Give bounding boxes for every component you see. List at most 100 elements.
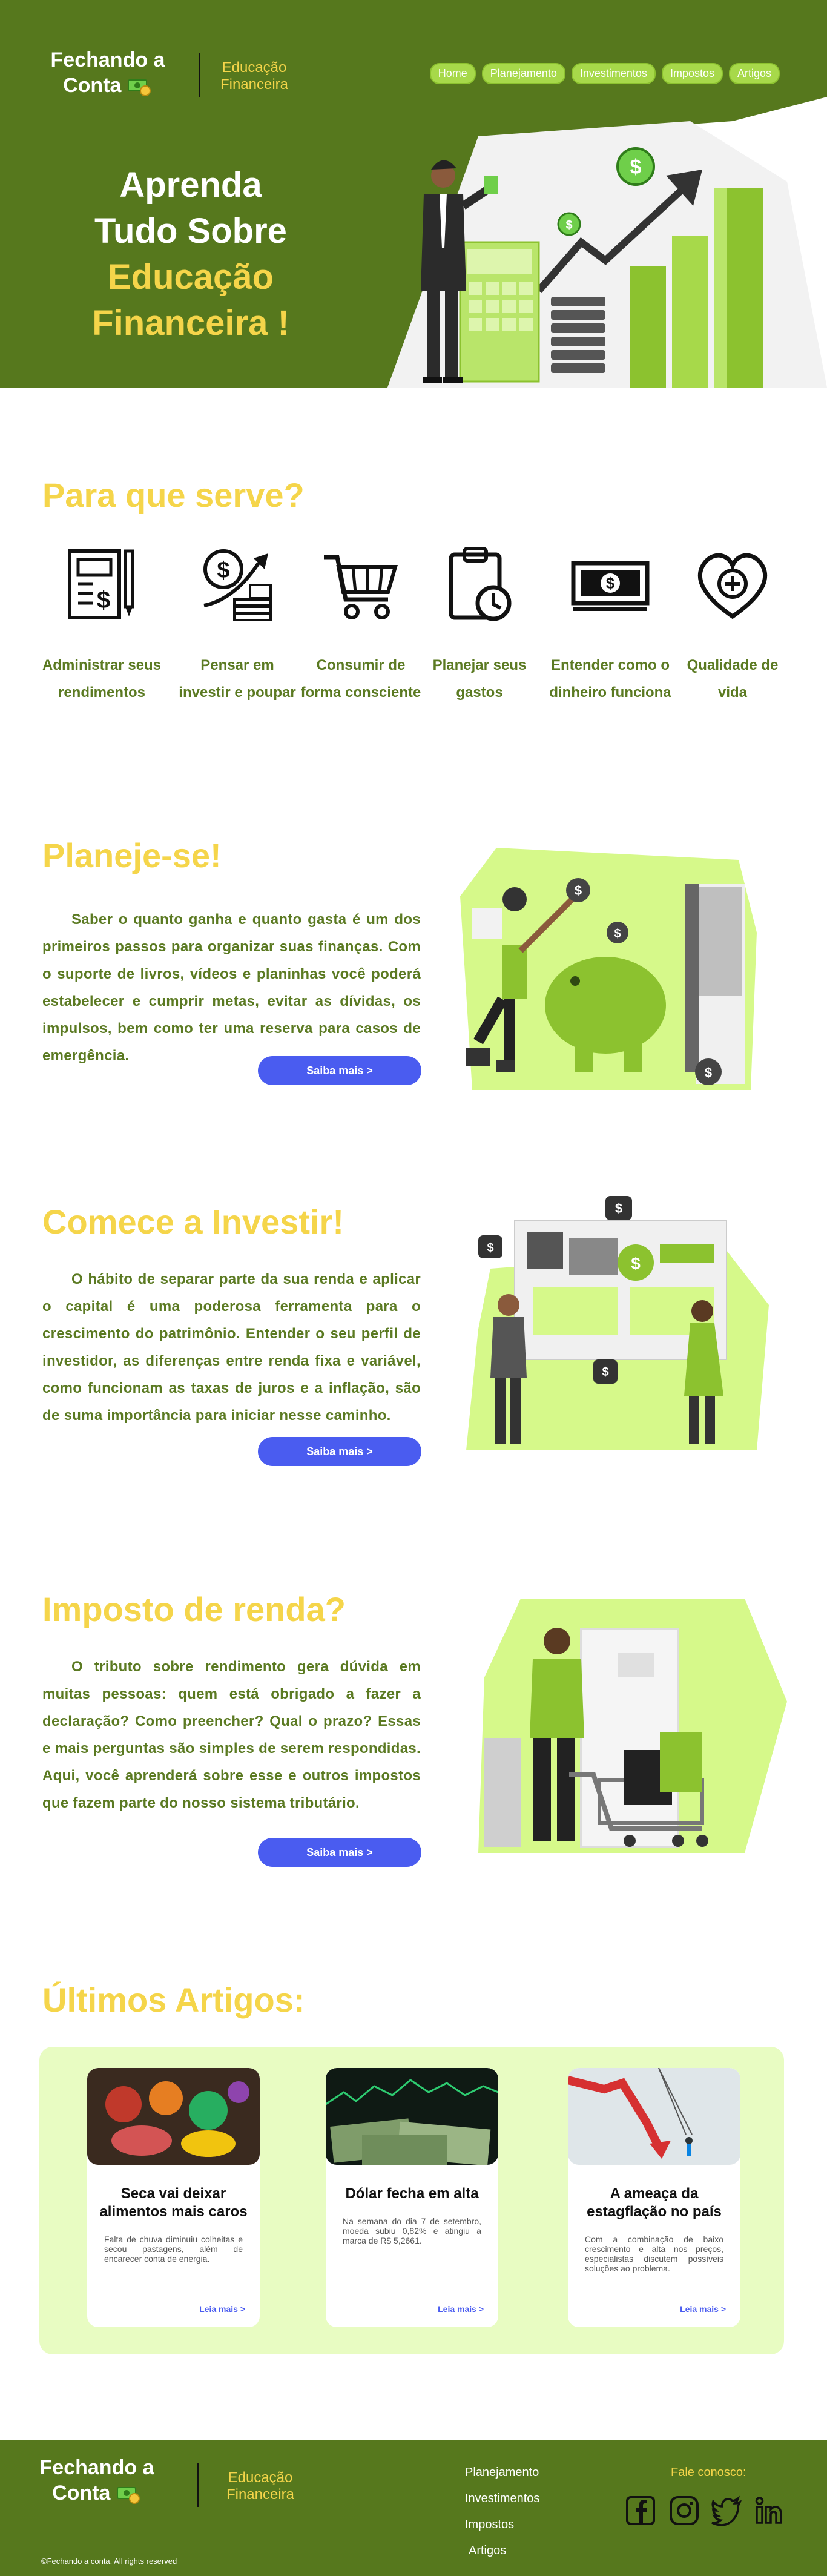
footer-logo[interactable]: Fechando a Conta bbox=[36, 2455, 157, 2506]
purpose-label-line1: Administrar seus bbox=[42, 657, 162, 673]
purpose-label-line1: Consumir de bbox=[316, 657, 406, 673]
svg-text:$: $ bbox=[615, 1201, 622, 1216]
purpose-label-line1: Pensar em bbox=[200, 657, 274, 673]
linkedin-icon[interactable] bbox=[753, 2495, 785, 2526]
purpose-item: $ Administrar seus rendimentos bbox=[38, 545, 166, 706]
nav-planejamento[interactable]: Planejamento bbox=[481, 63, 565, 84]
tax-saiba-mais-button[interactable]: Saiba mais > bbox=[258, 1838, 421, 1867]
svg-text:$: $ bbox=[217, 558, 229, 583]
hero-title-line2: Tudo Sobre bbox=[94, 211, 287, 251]
plan-saiba-mais-button[interactable]: Saiba mais > bbox=[258, 1056, 421, 1085]
article-summary: Com a combinação de baixo crescimento e … bbox=[585, 2234, 723, 2273]
purpose-label-line2: forma consciente bbox=[300, 684, 421, 701]
tax-text: O tributo sobre rendimento gera dúvida e… bbox=[42, 1659, 421, 1811]
tagline-line2: Financeira bbox=[220, 76, 289, 93]
nav-impostos[interactable]: Impostos bbox=[661, 63, 723, 84]
shopping-cart-icon bbox=[324, 555, 398, 619]
nav-artigos[interactable]: Artigos bbox=[728, 63, 780, 84]
hero-title-line1: Aprenda bbox=[119, 165, 262, 205]
article-read-more-link[interactable]: Leia mais > bbox=[199, 2304, 245, 2314]
nav-investimentos[interactable]: Investimentos bbox=[571, 63, 656, 84]
logo-line1: Fechando a bbox=[50, 48, 165, 71]
logo-line2: Conta bbox=[63, 74, 122, 97]
svg-text:$: $ bbox=[97, 587, 110, 613]
nav-home[interactable]: Home bbox=[429, 63, 476, 84]
svg-text:$: $ bbox=[487, 1241, 493, 1255]
invest-saiba-mais-button[interactable]: Saiba mais > bbox=[258, 1437, 421, 1466]
article-card[interactable]: Dólar fecha em alta Na semana do dia 7 d… bbox=[326, 2068, 498, 2327]
footer-tagline: Educação Financeira bbox=[218, 2469, 303, 2503]
purpose-label-line1: Qualidade de bbox=[687, 657, 779, 673]
purpose-item: Planejar seus gastos bbox=[415, 545, 544, 706]
purpose-item: $ Entender como o dinheiro funciona bbox=[546, 545, 674, 706]
banknotes-icon: $ bbox=[571, 561, 650, 611]
purpose-label-line1: Entender como o bbox=[550, 657, 670, 673]
purpose-item: $ Pensar em investir e poupar bbox=[173, 545, 301, 706]
investment-meeting-illustration: $ $ $ $ bbox=[466, 1196, 769, 1450]
article-read-more-link[interactable]: Leia mais > bbox=[680, 2304, 726, 2314]
main-nav: Home Planejamento Investimentos Impostos… bbox=[429, 63, 780, 84]
purpose-label-line2: dinheiro funciona bbox=[549, 684, 671, 701]
svg-text:$: $ bbox=[606, 574, 615, 592]
hero-title: Aprenda Tudo Sobre Educação Financeira ! bbox=[73, 162, 309, 346]
svg-text:$: $ bbox=[631, 1254, 641, 1273]
instagram-icon[interactable] bbox=[668, 2495, 700, 2526]
coin-growth-chart-icon: $ bbox=[203, 549, 272, 621]
heart-plus-icon bbox=[697, 553, 768, 619]
svg-text:$: $ bbox=[575, 883, 582, 898]
copyright: ©Fechando a conta. All rights reserved bbox=[41, 2557, 177, 2566]
footer-link-planejamento[interactable]: Planejamento bbox=[465, 2460, 539, 2486]
article-title[interactable]: Seca vai deixar alimentos mais caros bbox=[98, 2185, 249, 2221]
tagline-line1: Educação bbox=[222, 59, 287, 76]
article-title[interactable]: A ameaça da estagflação no país bbox=[579, 2185, 730, 2221]
svg-text:$: $ bbox=[705, 1065, 712, 1080]
money-coin-icon bbox=[116, 2487, 140, 2505]
contact-label: Fale conosco: bbox=[671, 2466, 746, 2479]
svg-text:$: $ bbox=[565, 219, 572, 232]
article-image-dollar bbox=[326, 2068, 498, 2166]
invest-title: Comece a Investir! bbox=[42, 1203, 344, 1241]
article-summary: Falta de chuva diminuiu colheitas e seco… bbox=[104, 2234, 243, 2264]
svg-text:$: $ bbox=[602, 1366, 608, 1379]
header-divider bbox=[199, 53, 200, 97]
purposes-title: Para que serve? bbox=[42, 476, 305, 514]
article-card[interactable]: A ameaça da estagflação no país Com a co… bbox=[568, 2068, 740, 2327]
svg-text:$: $ bbox=[630, 156, 642, 179]
footer-divider bbox=[197, 2463, 199, 2507]
hero-title-line3: Educação bbox=[108, 257, 274, 297]
money-coin-icon bbox=[127, 79, 151, 97]
purpose-label-line1: Planejar seus bbox=[432, 657, 527, 673]
footer-tagline-line1: Educação bbox=[228, 2469, 293, 2486]
twitter-icon[interactable] bbox=[711, 2495, 742, 2526]
purpose-label-line2: gastos bbox=[456, 684, 503, 701]
footer-logo-line1: Fechando a bbox=[39, 2456, 154, 2479]
footer-link-investimentos[interactable]: Investimentos bbox=[465, 2486, 539, 2512]
document-pencil-icon: $ bbox=[68, 549, 134, 619]
article-title[interactable]: Dólar fecha em alta bbox=[337, 2185, 487, 2203]
article-summary: Na semana do dia 7 de setembro, moeda su… bbox=[343, 2216, 481, 2245]
plan-text: Saber o quanto ganha e quanto gasta é um… bbox=[42, 911, 421, 1064]
site-logo[interactable]: Fechando a Conta bbox=[47, 47, 168, 98]
footer-link-impostos[interactable]: Impostos bbox=[465, 2512, 539, 2538]
purpose-label-line2: rendimentos bbox=[58, 684, 146, 701]
articles-title: Últimos Artigos: bbox=[42, 1981, 305, 2019]
article-image-food bbox=[87, 2068, 260, 2165]
facebook-icon[interactable] bbox=[625, 2495, 656, 2526]
hero-illustration: $ $ bbox=[421, 147, 763, 388]
clipboard-clock-icon bbox=[449, 547, 512, 621]
invest-text: O hábito de separar parte da sua renda e… bbox=[42, 1271, 421, 1424]
footer-link-artigos[interactable]: Artigos bbox=[469, 2538, 539, 2564]
purpose-item: Qualidade de vida bbox=[668, 545, 797, 706]
purpose-label-line2: vida bbox=[717, 684, 748, 701]
tagline: Educação Financeira bbox=[212, 59, 297, 93]
purpose-label-line2: investir e poupar bbox=[179, 684, 296, 701]
piggy-bank-illustration: $ $ $ bbox=[460, 848, 757, 1090]
article-image-stagflation bbox=[568, 2068, 740, 2165]
plan-title: Planeje-se! bbox=[42, 836, 222, 874]
article-read-more-link[interactable]: Leia mais > bbox=[438, 2304, 484, 2314]
footer-logo-line2: Conta bbox=[52, 2482, 111, 2505]
footer-links: Planejamento Investimentos Impostos Arti… bbox=[465, 2460, 539, 2564]
article-card[interactable]: Seca vai deixar alimentos mais caros Fal… bbox=[87, 2068, 260, 2327]
hero-title-line4: Financeira ! bbox=[92, 303, 289, 343]
purpose-item: Consumir de forma consciente bbox=[297, 545, 425, 706]
